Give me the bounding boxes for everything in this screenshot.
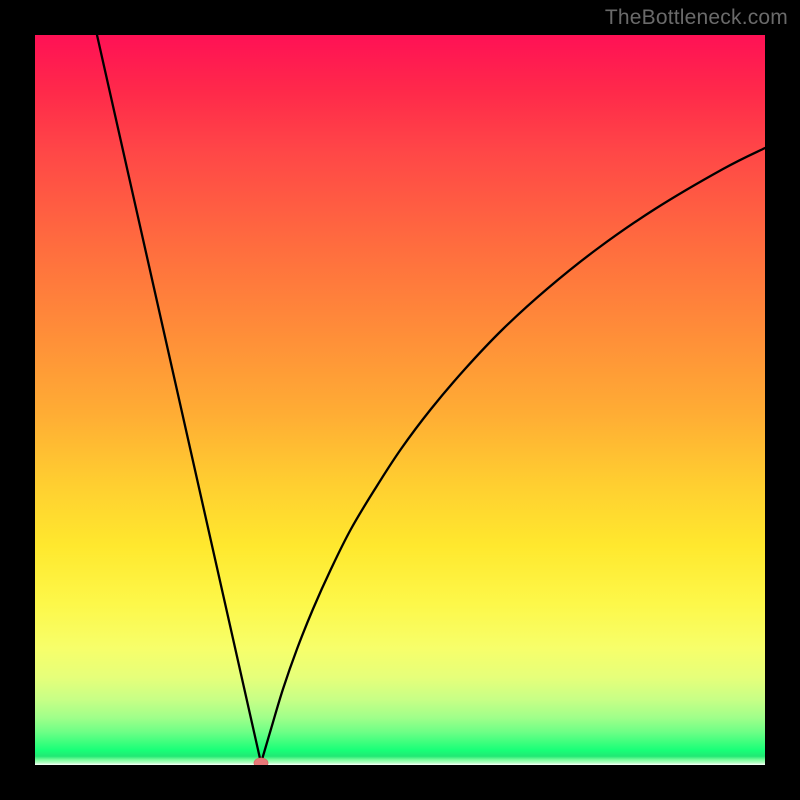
left-branch-line (97, 35, 261, 763)
chart-svg (35, 35, 765, 765)
plot-area (35, 35, 765, 765)
curve-group (97, 35, 765, 765)
right-branch-line (261, 148, 765, 763)
chart-container: TheBottleneck.com (0, 0, 800, 800)
watermark-text: TheBottleneck.com (605, 6, 788, 30)
minimum-marker (254, 758, 268, 765)
